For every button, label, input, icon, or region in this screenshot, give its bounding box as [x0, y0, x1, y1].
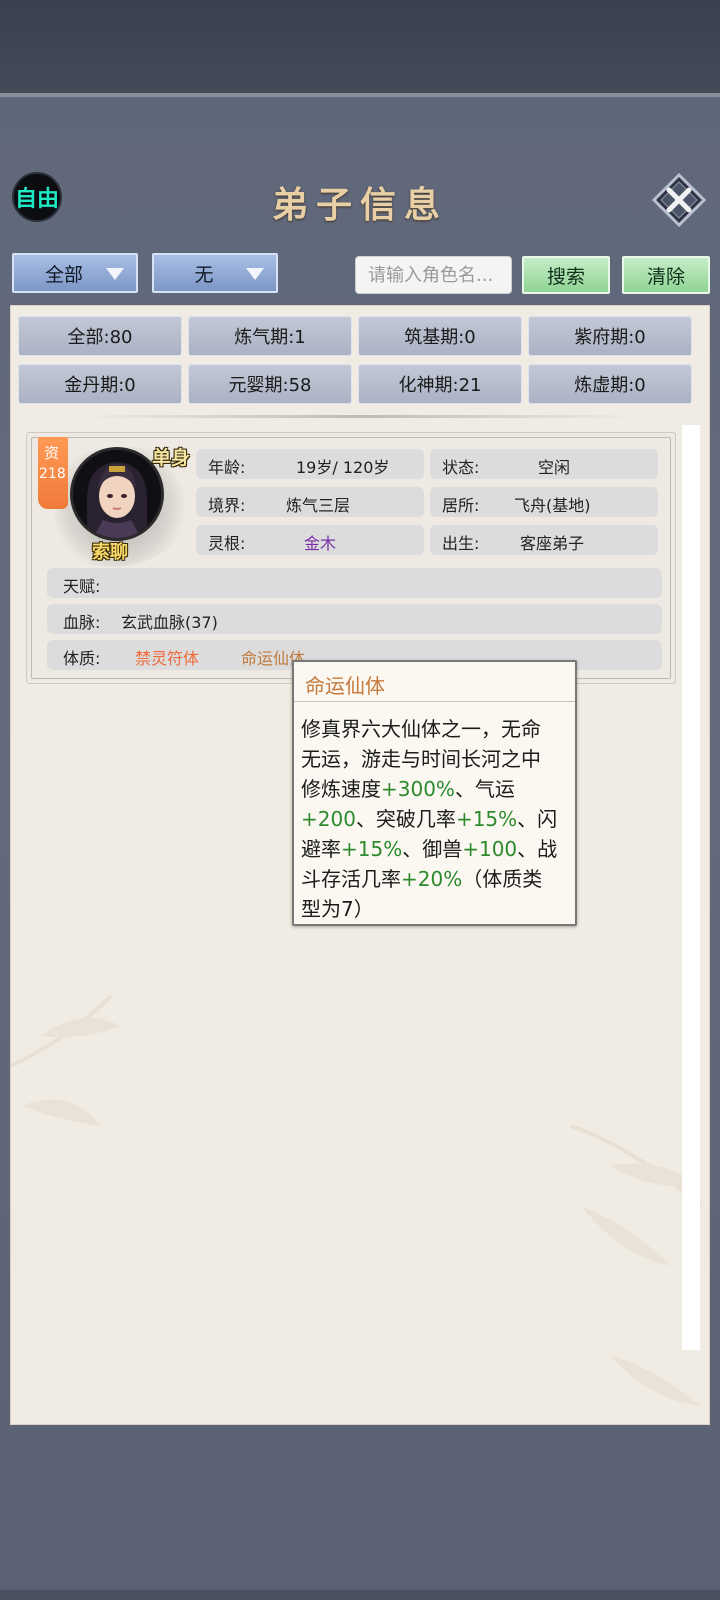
stat-lianqi[interactable]: 炼气期:1	[188, 316, 352, 356]
realm-field: 境界: 炼气三层	[196, 487, 424, 517]
filter-dropdown-secondary[interactable]: 无	[152, 253, 278, 293]
tooltip-divider	[294, 701, 575, 702]
dropdown-label: 无	[194, 263, 214, 286]
stat-zifu[interactable]: 紫府期:0	[528, 316, 692, 356]
residence-label: 居所:	[442, 496, 480, 515]
aptitude-value: 218	[39, 466, 66, 482]
physique-tooltip: 命运仙体 修真界六大仙体之一，无命 无运，游走与时间长河之中 修炼速度+300%…	[292, 660, 577, 926]
tooltip-line: 无运，游走与时间长河之中	[301, 747, 541, 771]
tooltip-line: 修真界六大仙体之一，无命	[301, 717, 541, 741]
spirit-root-label: 灵根:	[208, 534, 246, 553]
page-title: 弟子信息	[271, 184, 448, 226]
chevron-down-icon	[246, 268, 264, 280]
stat-all[interactable]: 全部:80	[18, 316, 182, 356]
search-button[interactable]: 搜索	[522, 256, 610, 294]
scrollbar[interactable]	[682, 425, 700, 1350]
spirit-root-value: 金木	[304, 534, 337, 553]
state-label: 状态:	[442, 458, 480, 477]
stat-huashen[interactable]: 化神期:21	[358, 364, 522, 404]
age-field: 年龄: 19岁/ 120岁	[196, 449, 424, 479]
close-x-icon	[651, 172, 707, 228]
age-label: 年龄:	[208, 458, 246, 477]
disciple-portrait-icon	[73, 450, 161, 538]
spirit-root-field: 灵根: 金木	[196, 525, 424, 555]
disciple-name: 索聊	[92, 542, 128, 563]
birth-value: 客座弟子	[520, 534, 585, 553]
bloodline-field: 血脉: 玄武血脉(37)	[47, 604, 662, 634]
birth-field: 出生: 客座弟子	[430, 525, 658, 555]
close-button[interactable]	[651, 172, 707, 228]
talent-field: 天赋:	[47, 568, 662, 598]
clear-button[interactable]: 清除	[622, 256, 710, 294]
physique-label: 体质:	[63, 649, 101, 668]
stat-yuanying[interactable]: 元婴期:58	[188, 364, 352, 404]
realm-value: 炼气三层	[286, 496, 351, 515]
chevron-down-icon	[106, 268, 124, 280]
search-input[interactable]	[355, 256, 512, 294]
bloodline-label: 血脉:	[63, 613, 101, 632]
top-bar	[0, 0, 720, 96]
talent-label: 天赋:	[63, 577, 101, 596]
tooltip-line: 型为7）	[301, 897, 374, 921]
divider	[80, 415, 640, 418]
birth-label: 出生:	[442, 534, 480, 553]
state-value: 空闲	[538, 458, 571, 477]
stat-zhuji[interactable]: 筑基期:0	[358, 316, 522, 356]
filter-dropdown-category[interactable]: 全部	[12, 253, 138, 293]
aptitude-label: 资	[44, 444, 60, 462]
avatar[interactable]	[70, 447, 164, 541]
stat-jindan[interactable]: 金丹期:0	[18, 364, 182, 404]
realm-label: 境界:	[208, 496, 246, 515]
tooltip-line: 斗存活几率+20%（体质类	[301, 867, 543, 891]
tooltip-description: 修真界六大仙体之一，无命 无运，游走与时间长河之中 修炼速度+300%、气运 +…	[301, 714, 571, 924]
dropdown-label: 全部	[44, 263, 83, 286]
bloodline-value: 玄武血脉(37)	[121, 613, 218, 632]
tooltip-line: +200、突破几率+15%、闪	[301, 807, 558, 831]
residence-field: 居所: 飞舟(基地)	[430, 487, 658, 517]
physique-tag-1[interactable]: 禁灵符体	[135, 645, 199, 669]
tooltip-line: 修炼速度+300%、气运	[301, 777, 515, 801]
stat-lianxu[interactable]: 炼虚期:0	[528, 364, 692, 404]
state-field: 状态: 空闲	[430, 449, 658, 479]
age-value: 19岁/ 120岁	[296, 458, 390, 477]
tooltip-line: 避率+15%、御兽+100、战	[301, 837, 558, 861]
residence-value: 飞舟(基地)	[514, 496, 591, 515]
tooltip-title: 命运仙体	[305, 674, 385, 698]
marital-status-tag: 单身	[152, 447, 191, 469]
bottom-bar	[0, 1590, 720, 1600]
